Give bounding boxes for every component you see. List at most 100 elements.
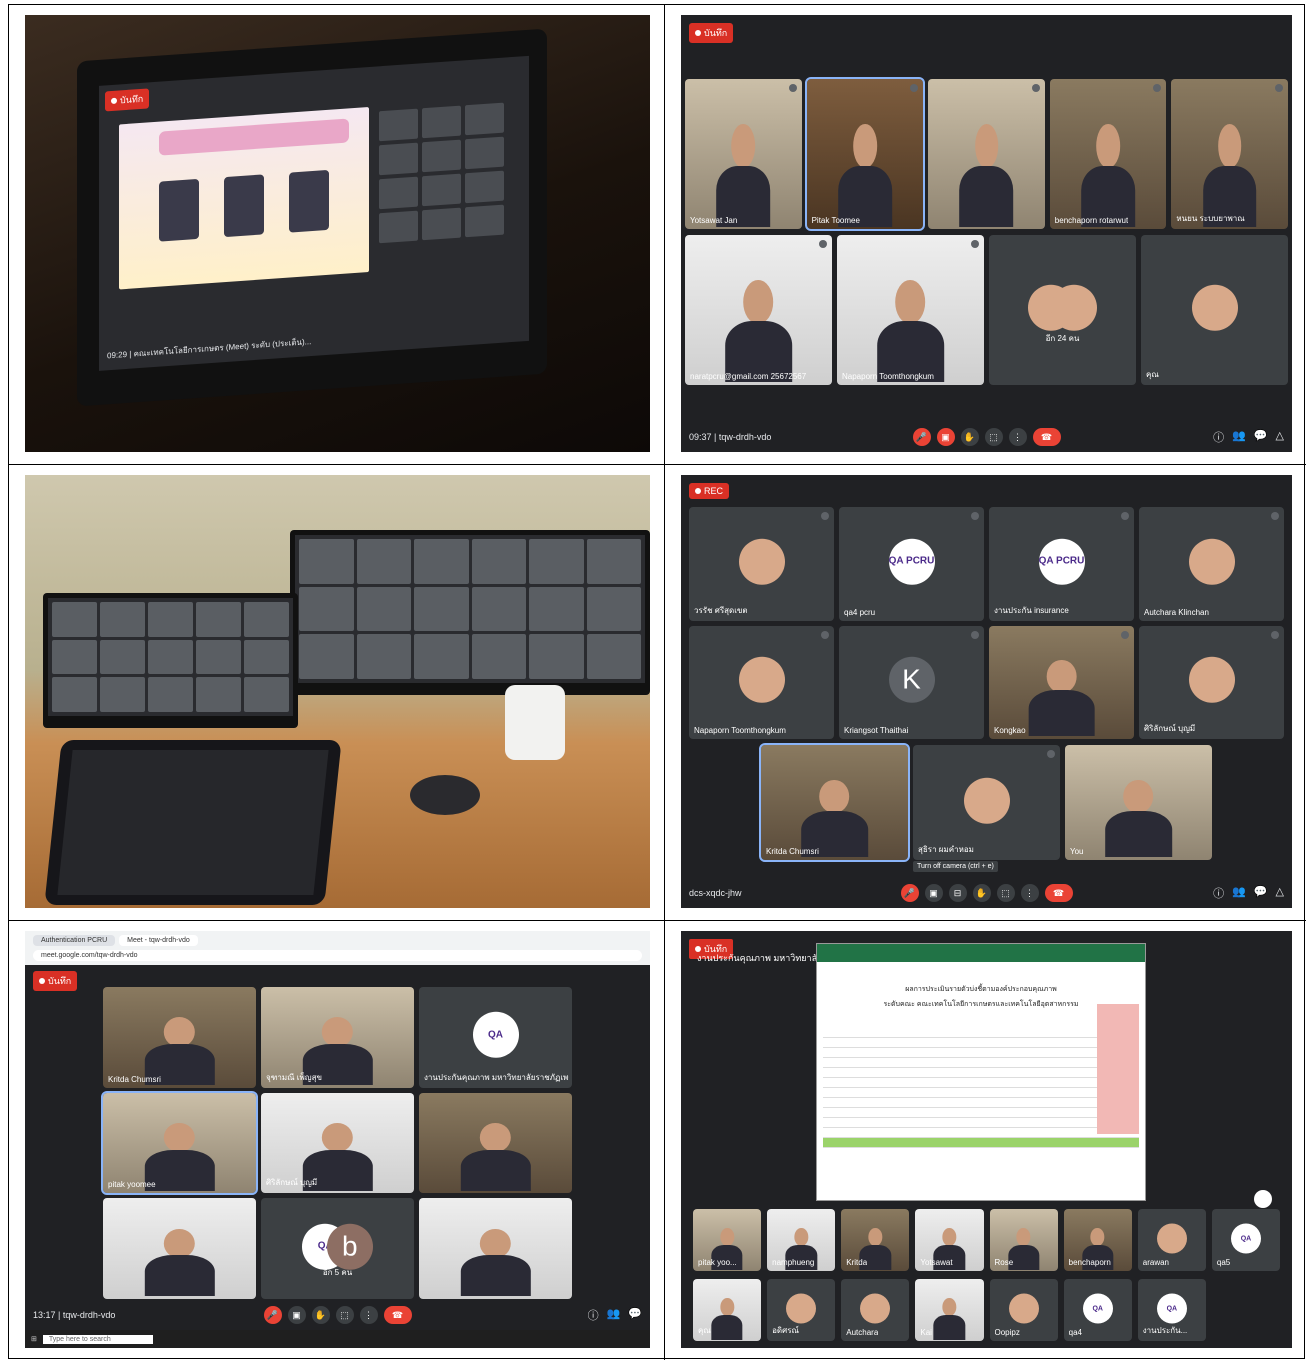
mic-off-icon[interactable]: 🎤 — [263, 1306, 282, 1324]
activities-icon[interactable]: △ — [1276, 429, 1284, 445]
participant-tile[interactable]: ศิริลักษณ์ บุญมี — [1139, 625, 1284, 739]
tile-grid: วรรัช ศรีสุดเขต QA PCRU qa4 pcru QA PCRU ง… — [689, 507, 1284, 739]
participant-tile[interactable]: Yotsawat — [915, 1209, 984, 1271]
participant-tile[interactable]: Kritda Chumsri — [103, 987, 256, 1088]
participant-tile[interactable]: หนยน ระบบยาพาณ — [1171, 79, 1288, 229]
participant-tile[interactable]: วรรัช ศรีสุดเขต — [689, 507, 834, 621]
taskbar-search[interactable]: Type here to search — [42, 1334, 153, 1344]
end-call-button[interactable]: ☎ — [1044, 884, 1073, 902]
participant-tile[interactable]: Napaporn Toomthongkum — [689, 625, 834, 739]
panel-excel-share: บันทึก งานประกันคุณภาพ มหาวิทยาลัยราชภัฏ… — [665, 921, 1306, 1360]
present-icon[interactable]: ⬚ — [984, 428, 1003, 446]
tab-meet[interactable]: Meet - tqw-drdh-vdo — [119, 935, 198, 946]
tile-row-3: Kritda Chumsri สุธิรา ผมคำหอม You — [759, 743, 1212, 862]
more-participants-tile[interactable]: QA b อีก 5 คน — [261, 1198, 414, 1299]
chat-icon[interactable]: 💬 — [1254, 429, 1268, 445]
mic-icon — [1271, 512, 1279, 520]
participant-tile[interactable]: Rose — [989, 1209, 1058, 1271]
people-icon[interactable]: 👥 — [607, 1307, 621, 1323]
more-options-icon[interactable]: ⋮ — [1008, 428, 1027, 446]
participant-tile[interactable]: QA งานประกัน... — [1137, 1279, 1206, 1341]
time-label: 09:29 — [107, 349, 128, 360]
presentation-slide — [119, 107, 369, 290]
participant-tile[interactable]: จุฑามณี เพ็ญสุข — [261, 987, 414, 1088]
camera-off-icon[interactable]: ▣ — [936, 428, 955, 446]
participant-tile[interactable] — [103, 1198, 256, 1299]
avatar — [860, 1293, 891, 1324]
participant-tile[interactable]: Autchara — [841, 1279, 910, 1341]
participant-tile[interactable]: QA qa4 — [1063, 1279, 1132, 1341]
participant-tile[interactable]: pitak yoomee — [101, 1090, 258, 1196]
rec-badge: REC — [689, 483, 730, 499]
present-icon[interactable]: ⬚ — [335, 1306, 354, 1324]
raise-hand-icon[interactable]: ✋ — [960, 428, 979, 446]
participant-tile[interactable]: คุณ — [1141, 235, 1288, 385]
mic-icon — [821, 630, 829, 639]
participant-tile[interactable]: Kongkao — [989, 625, 1134, 739]
participant-tile[interactable]: Kritda — [841, 1209, 910, 1271]
self-view-tile[interactable]: You — [1065, 745, 1212, 860]
browser-chrome: Authentication PCRU Meet - tqw-drdh-vdo … — [25, 931, 650, 965]
activities-icon[interactable]: △ — [1276, 885, 1284, 901]
more-options-icon[interactable]: ⋮ — [1020, 884, 1039, 902]
fullscreen-icon[interactable] — [1254, 1190, 1272, 1208]
info-icon[interactable]: ⓘ — [1213, 885, 1224, 901]
meet-bar: dcs-xqdc-jhw 🎤 ▣ ⊟ ✋ ⬚ ⋮ ☎ ⓘ 👥 💬 △ — [681, 878, 1292, 908]
participant-tile[interactable]: pitak yoo... — [693, 1209, 762, 1271]
participant-tile[interactable]: คุณ — [693, 1279, 762, 1341]
chat-icon[interactable]: 💬 — [628, 1307, 642, 1323]
time-label: 13:17 — [33, 1310, 56, 1320]
raise-hand-icon[interactable]: ✋ — [972, 884, 991, 902]
more-participants-tile[interactable]: อีก 24 คน — [989, 235, 1136, 385]
windows-start-icon[interactable]: ⊞ — [31, 1335, 37, 1343]
tab-auth[interactable]: Authentication PCRU — [33, 935, 116, 946]
info-icon[interactable]: ⓘ — [588, 1307, 599, 1323]
captions-icon[interactable]: ⊟ — [948, 884, 967, 902]
participant-tile[interactable]: QA qa5 — [1211, 1209, 1280, 1271]
end-call-button[interactable]: ☎ — [1032, 428, 1061, 446]
participant-tile[interactable]: QA PCRU งานประกัน insurance — [989, 507, 1134, 621]
participant-tile[interactable]: QA PCRU qa4 pcru — [839, 507, 984, 621]
address-bar[interactable]: meet.google.com/tqw-drdh-vdo — [33, 950, 642, 961]
mic-icon — [910, 84, 919, 92]
participant-tile[interactable]: Pitak Toomee — [804, 77, 926, 231]
monitor-screen — [290, 530, 650, 695]
end-call-button[interactable]: ☎ — [383, 1306, 412, 1324]
camera-icon[interactable]: ▣ — [924, 884, 943, 902]
participant-tile[interactable]: Kritda Chumsri — [759, 743, 910, 862]
raise-hand-icon[interactable]: ✋ — [311, 1306, 330, 1324]
meeting-title: คณะเทคโนโลยีการเกษตร (Meet) ระดับ (ประเด… — [133, 336, 312, 358]
participant-tile[interactable] — [928, 79, 1045, 229]
participant-tile[interactable]: Autchara Klinchan — [1139, 507, 1284, 621]
participant-tile[interactable]: benchaporn rotarwut — [1049, 79, 1167, 229]
participant-tile[interactable] — [419, 1198, 572, 1299]
info-icon[interactable]: ⓘ — [1213, 429, 1224, 445]
participant-tile[interactable]: K Kriangsot Thaithai — [839, 625, 984, 739]
participant-tile[interactable]: naratpcru@gmail.com 25672567 — [685, 235, 832, 385]
participant-tile[interactable]: QAงานประกันคุณภาพ มหาวิทยาลัยราชภัฏเพชรบ… — [419, 987, 572, 1088]
camera-icon[interactable]: ▣ — [287, 1306, 306, 1324]
mic-off-icon[interactable]: 🎤 — [900, 884, 919, 902]
participant-tile[interactable]: Yotsawat Jan — [685, 79, 802, 229]
mic-off-icon[interactable]: 🎤 — [912, 428, 931, 446]
participant-tile[interactable]: Oopipz — [989, 1279, 1058, 1341]
participant-tile[interactable]: ศิริลักษณ์ บุญมี — [261, 1092, 414, 1194]
participant-tile[interactable]: namphueng — [767, 1209, 836, 1271]
participant-tile[interactable]: อดิศรณ์ — [767, 1279, 836, 1341]
participant-tile[interactable] — [419, 1092, 572, 1194]
time-label: 09:37 — [689, 432, 712, 442]
more-options-icon[interactable]: ⋮ — [359, 1306, 378, 1324]
mic-icon — [1047, 750, 1055, 758]
participant-tile[interactable]: Kai — [915, 1279, 984, 1341]
participant-tile[interactable]: benchaporn — [1063, 1209, 1132, 1271]
participant-tile[interactable]: สุธิรา ผมคำหอม — [913, 745, 1060, 860]
present-icon[interactable]: ⬚ — [996, 884, 1015, 902]
participant-tile[interactable]: arawan — [1137, 1209, 1206, 1271]
participant-tile[interactable]: Napaporn Toomthongkum — [837, 235, 984, 385]
qa-logo-avatar: QA — [1082, 1293, 1113, 1324]
people-icon[interactable]: 👥 — [1232, 885, 1246, 901]
chat-icon[interactable]: 💬 — [1254, 885, 1268, 901]
people-icon[interactable]: 👥 — [1232, 429, 1246, 445]
meet-window: บันทึก งานประกันคุณภาพ มหาวิทยาลัยราชภัฏ… — [681, 931, 1292, 1348]
tile-row-1: Yotsawat Jan Pitak Toomee benchaporn rot… — [685, 77, 1288, 231]
